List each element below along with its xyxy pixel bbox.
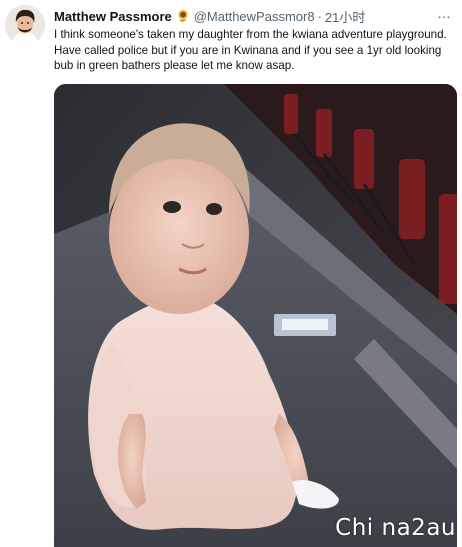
tweet-timestamp[interactable]: 21小时 bbox=[325, 7, 365, 26]
more-options-icon[interactable]: … bbox=[434, 6, 454, 22]
watermark: Chi na2au bbox=[335, 515, 456, 541]
avatar-illustration-icon bbox=[5, 5, 45, 45]
separator-dot: · bbox=[317, 8, 322, 24]
photo-icon bbox=[54, 84, 457, 547]
sunflower-icon: 🌻 bbox=[175, 9, 191, 23]
tweet-text: I think someone's taken my daughter from… bbox=[54, 28, 447, 73]
tweet-header: Matthew Passmore 🌻 @MatthewPassmor8 · 21… bbox=[54, 7, 438, 25]
author-display-name[interactable]: Matthew Passmore bbox=[54, 9, 172, 24]
tweet: Matthew Passmore 🌻 @MatthewPassmor8 · 21… bbox=[0, 0, 462, 547]
author-handle[interactable]: @MatthewPassmor8 bbox=[194, 9, 315, 24]
tweet-photo[interactable] bbox=[54, 84, 457, 547]
avatar[interactable] bbox=[5, 5, 45, 45]
